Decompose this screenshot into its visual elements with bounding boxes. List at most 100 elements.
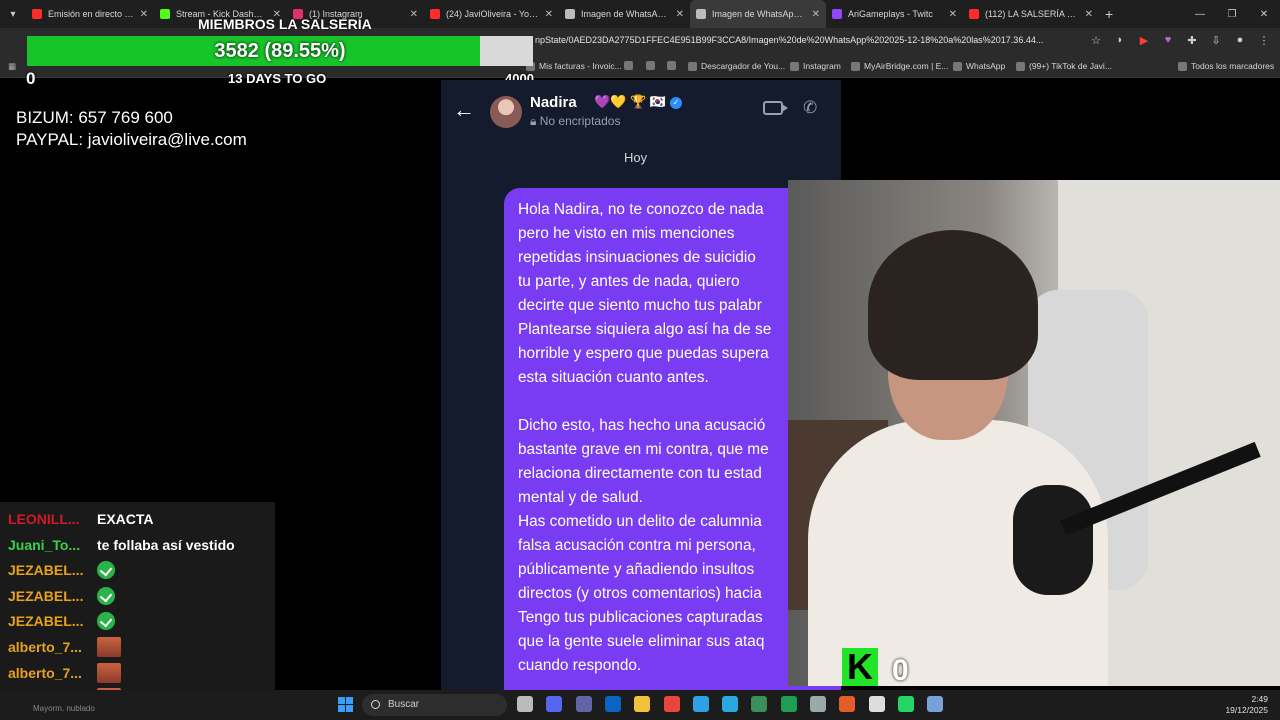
donation-paypal: PAYPAL: javioliveira@live.com xyxy=(16,130,247,149)
bookmark-item[interactable]: WhatsApp xyxy=(953,61,1005,71)
weather-widget[interactable]: Mayorm. nublado xyxy=(33,704,95,713)
browser-tab[interactable]: AriGameplays - Twitc ✕ xyxy=(826,0,963,28)
browser-tab[interactable]: Imagen de WhatsApp 202 ✕ xyxy=(690,0,826,28)
chat-username[interactable]: alberto_7... xyxy=(8,639,97,655)
whatsapp-screenshot: ← Nadira 💜💛 🏆 🇰🇷 ✓ 🔒︎ No encriptados ✆ Ho… xyxy=(441,80,841,690)
chrome-icon[interactable] xyxy=(663,696,680,712)
chat-message: alberto_7... xyxy=(8,662,121,684)
minimize-icon[interactable]: — xyxy=(1184,9,1216,20)
bookmark-item[interactable] xyxy=(667,61,680,70)
bookmark-item[interactable]: Todos los marcadores xyxy=(1178,61,1274,71)
chat-username[interactable]: JEZABEL... xyxy=(8,588,97,604)
browser-tab[interactable]: (24) JaviOliveira - YouTub ✕ xyxy=(424,0,559,28)
browser-tab[interactable]: Imagen de WhatsApp 202 ✕ xyxy=(559,0,690,28)
encryption-status: 🔒︎ No encriptados xyxy=(530,114,620,129)
streamer-hair xyxy=(868,230,1038,380)
downloads-icon[interactable]: ⇩ xyxy=(1210,34,1222,47)
browser-tab[interactable]: Emisión en directo - YouT ✕ xyxy=(26,0,154,28)
bookmark-label: (99+) TikTok de Javi... xyxy=(1029,61,1112,71)
office-icon[interactable] xyxy=(839,696,856,712)
teams-icon[interactable] xyxy=(575,696,592,712)
whatsapp-icon[interactable] xyxy=(897,696,914,712)
bookmark-item[interactable] xyxy=(624,61,637,70)
close-icon[interactable]: ✕ xyxy=(1248,9,1280,20)
bookmark-item[interactable] xyxy=(646,61,659,70)
task-view-icon[interactable] xyxy=(517,696,533,712)
tab-close-icon[interactable]: ✕ xyxy=(410,9,418,20)
encryption-label: No encriptados xyxy=(539,114,621,128)
taskbar-search[interactable]: Buscar xyxy=(362,694,507,716)
tab-close-icon[interactable]: ✕ xyxy=(140,9,148,20)
chat-message: Juani_To... te follaba así vestido xyxy=(8,534,235,556)
restore-icon[interactable]: ❐ xyxy=(1216,9,1248,20)
clock-date: 19/12/2025 xyxy=(1225,705,1268,715)
star-icon[interactable]: ☆ xyxy=(1090,34,1102,47)
check-emote-icon xyxy=(97,561,115,580)
start-button[interactable] xyxy=(338,697,353,712)
obs-icon[interactable] xyxy=(868,696,885,712)
bookmark-label: Descargador de You... xyxy=(701,61,786,71)
back-arrow-icon[interactable]: ← xyxy=(453,97,475,123)
chat-text: EXACTA xyxy=(97,511,154,527)
chat-username[interactable]: alberto_7... xyxy=(8,665,97,681)
bookmark-label: Todos los marcadores xyxy=(1191,61,1275,71)
outlook-icon[interactable] xyxy=(604,696,621,712)
profile-icon[interactable]: ● xyxy=(1234,34,1246,47)
apps-grid-icon[interactable]: ▦ xyxy=(8,61,16,72)
bookmark-icon xyxy=(953,61,962,71)
browser-icon[interactable] xyxy=(751,696,768,712)
bookmark-item[interactable]: Instagram xyxy=(790,61,841,71)
settings-icon[interactable] xyxy=(810,696,826,712)
edge-icon[interactable] xyxy=(692,696,709,712)
new-tab-button[interactable]: + xyxy=(1105,6,1113,22)
browser-tab[interactable]: (112) LA SALSERÍA THEM ✕ xyxy=(963,0,1099,28)
chat-text: te follaba así vestido xyxy=(97,536,235,553)
chat-username[interactable]: LEONILL... xyxy=(8,511,97,527)
heart-ext-icon[interactable]: ♥ xyxy=(1162,34,1174,47)
puzzle-icon[interactable]: ✚ xyxy=(1186,34,1198,47)
chat-username[interactable]: JEZABEL... xyxy=(8,562,97,578)
chat-username[interactable]: JEZABEL... xyxy=(8,613,97,629)
goal-progress-text: 3582 (89.55%) xyxy=(214,40,346,62)
menu-icon[interactable]: ⋮ xyxy=(1258,34,1270,47)
contact-name: Nadira xyxy=(530,94,577,111)
extension-icon[interactable]: ◗ xyxy=(1114,34,1126,47)
window-controls: — ❐ ✕ xyxy=(1184,0,1280,28)
tab-title: AriGameplays - Twitc xyxy=(848,9,933,19)
tab-title: (112) LA SALSERÍA THEM xyxy=(985,9,1079,19)
chat-username[interactable]: Juani_To... xyxy=(8,537,97,553)
tab-title: Imagen de WhatsApp 202 xyxy=(581,9,670,19)
toolbar-icons: ☆ ◗ ▶ ♥ ✚ ⇩ ● ⋮ xyxy=(1090,34,1270,47)
tab-close-icon[interactable]: ✕ xyxy=(676,9,684,20)
tab-close-icon[interactable]: ✕ xyxy=(949,9,957,20)
tab-title: Imagen de WhatsApp 202 xyxy=(712,9,806,19)
chat-message: LEONILL... EXACTA xyxy=(8,508,154,530)
video-call-icon[interactable] xyxy=(763,101,788,115)
tab-search-icon[interactable]: ▾ xyxy=(0,0,26,28)
bookmark-item[interactable]: (99+) TikTok de Javi... xyxy=(1016,61,1112,71)
clock[interactable]: 2:49 19/12/2025 xyxy=(1225,694,1268,716)
url-text[interactable]: npState/0AED23DA2775D1FFEC4E951B99F3CCA8… xyxy=(535,35,1043,45)
emoji-text: 💜💛 xyxy=(594,94,627,109)
tab-close-icon[interactable]: ✕ xyxy=(812,9,820,20)
tab-close-icon[interactable]: ✕ xyxy=(1085,9,1093,20)
bookmark-icon xyxy=(1178,61,1187,71)
chat-message: alberto_7... xyxy=(8,636,121,658)
phone-call-icon[interactable]: ✆ xyxy=(803,98,817,118)
youtube-ext-icon[interactable]: ▶ xyxy=(1138,34,1150,47)
tab-close-icon[interactable]: ✕ xyxy=(545,9,553,20)
notepad-icon[interactable] xyxy=(927,696,944,712)
verified-icon: ✓ xyxy=(670,97,682,109)
goal-progress-bar: 3582 (89.55%) xyxy=(27,36,533,66)
stream-chat: LEONILL... EXACTA Juani_To... te follaba as… xyxy=(0,502,275,720)
excel-icon[interactable] xyxy=(780,696,797,712)
bookmark-label: Mis facturas - Invoic... xyxy=(539,61,622,71)
telegram-icon[interactable] xyxy=(722,696,739,712)
discord-icon[interactable] xyxy=(546,696,563,712)
file-explorer-icon[interactable] xyxy=(634,696,651,712)
bookmark-label: Instagram xyxy=(803,61,841,71)
bookmark-item[interactable]: Descargador de You... xyxy=(688,61,785,71)
lock-icon: 🔒︎ xyxy=(530,114,537,128)
bookmark-item[interactable]: Mis facturas - Invoic... xyxy=(526,61,622,71)
bookmark-item[interactable]: MyAirBridge.com | E... xyxy=(851,61,948,71)
